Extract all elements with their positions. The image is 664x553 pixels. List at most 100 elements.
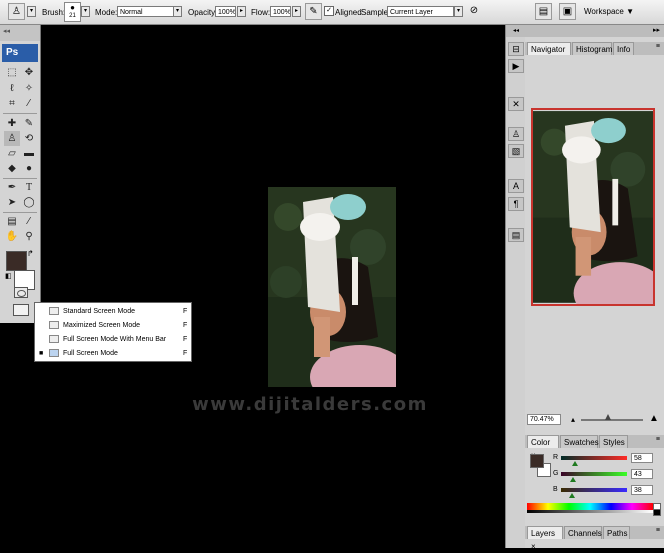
tab-info[interactable]: Info (613, 42, 634, 55)
layers-tab-group: Layers × Channels Paths ≡ (525, 526, 664, 551)
zoom-out-icon[interactable]: ▴ (571, 415, 575, 424)
pen-tool-icon[interactable]: ✒ (4, 180, 20, 195)
brushes-panel-icon[interactable]: ⊟ (508, 42, 524, 56)
flow-input[interactable]: 100% (270, 6, 291, 17)
black-swatch[interactable] (653, 509, 661, 516)
history-brush-tool-icon[interactable]: ⟲ (21, 131, 37, 146)
collapse-panels-icon[interactable]: ▸▸ (653, 26, 660, 34)
character-panel-icon[interactable]: A (508, 179, 524, 193)
panel-menu-icon[interactable]: ≡ (656, 436, 660, 443)
panel-menu-icon[interactable]: ≡ (656, 43, 660, 50)
panels-header[interactable]: ▸▸ (525, 25, 664, 37)
tab-paths[interactable]: Paths (603, 526, 630, 539)
notes-tool-icon[interactable]: ▤ (4, 214, 20, 229)
green-slider-thumb[interactable] (570, 477, 576, 482)
tool-preset-dropdown[interactable]: ▾ (27, 6, 36, 17)
color-panel-foreground-swatch[interactable] (530, 454, 544, 468)
tab-color[interactable]: Color × (527, 435, 559, 460)
blue-channel-input[interactable]: 38 (631, 485, 653, 495)
crop-tool-icon[interactable]: ⌗ (4, 96, 20, 111)
canvas-photo (268, 187, 396, 387)
sample-select[interactable]: Current Layer (387, 6, 454, 17)
brush-picker[interactable]: ● 21 (64, 2, 81, 22)
tab-channels[interactable]: Channels (564, 526, 602, 539)
gradient-tool-icon[interactable]: ▬ (21, 146, 37, 161)
menu-item-full-screen-mode[interactable]: ■ Full Screen Mode F (35, 347, 191, 360)
path-selection-tool-icon[interactable]: ➤ (4, 195, 20, 210)
tool-presets-panel-icon[interactable]: ✕ (508, 97, 524, 111)
toolbox-header[interactable]: ◂◂ (0, 25, 40, 41)
move-tool-icon[interactable]: ✥ (21, 65, 37, 80)
collapse-icon[interactable]: ◂◂ (3, 27, 10, 35)
bridge-icon[interactable]: ▣ (559, 3, 576, 20)
brush-tool-icon[interactable]: ✎ (21, 116, 37, 131)
zoom-level-input[interactable]: 70.47% (527, 414, 561, 425)
tab-styles[interactable]: Styles (599, 435, 628, 448)
lasso-tool-icon[interactable]: ℓ (4, 81, 20, 96)
red-slider-thumb[interactable] (572, 461, 578, 466)
eyedropper-tool-icon[interactable]: ⁄ (21, 214, 37, 229)
swap-colors-icon[interactable]: ↱ (27, 249, 34, 258)
screen-mode-button[interactable] (13, 304, 29, 316)
green-channel-input[interactable]: 43 (631, 469, 653, 479)
mode-select[interactable]: Normal (117, 6, 174, 17)
slice-tool-icon[interactable]: ⁄ (21, 96, 37, 111)
opacity-input[interactable]: 100% (215, 6, 236, 17)
zoom-slider[interactable] (581, 419, 643, 421)
foreground-color-swatch[interactable] (6, 251, 27, 271)
menu-item-maximized-screen-mode[interactable]: Maximized Screen Mode F (35, 319, 191, 332)
healing-brush-tool-icon[interactable]: ✚ (4, 116, 20, 131)
type-tool-icon[interactable]: T (21, 180, 37, 195)
menu-item-standard-screen-mode[interactable]: Standard Screen Mode F (35, 305, 191, 318)
red-channel-slider[interactable] (561, 456, 627, 460)
workspace-menu[interactable]: Workspace ▼ (584, 4, 642, 19)
zoom-slider-thumb[interactable] (605, 414, 611, 420)
options-bar: ♙ ▾ Brush: ● 21 ▾ Mode: Normal ▾ Opacity… (0, 0, 664, 25)
tab-navigator[interactable]: Navigator × (527, 42, 571, 67)
brush-picker-dropdown[interactable]: ▾ (81, 6, 90, 17)
expand-dock-icon[interactable]: ◂◂ (506, 25, 526, 37)
layer-comps-panel-icon[interactable]: ▧ (508, 144, 524, 158)
blur-tool-icon[interactable]: ◆ (4, 161, 20, 176)
panel-menu-icon[interactable]: ≡ (656, 527, 660, 534)
color-spectrum-ramp[interactable] (527, 503, 653, 513)
clone-stamp-tool-icon[interactable]: ♙ (4, 131, 20, 146)
green-channel-slider[interactable] (561, 472, 627, 476)
mode-dropdown-arrow[interactable]: ▾ (173, 6, 182, 17)
tab-layers[interactable]: Layers × (527, 526, 563, 551)
sample-dropdown-arrow[interactable]: ▾ (454, 6, 463, 17)
quick-mask-icon[interactable] (14, 287, 28, 298)
clone-source-panel-icon[interactable]: ♙ (508, 127, 524, 141)
magic-wand-tool-icon[interactable]: ✧ (21, 81, 37, 96)
opacity-slider-arrow[interactable]: ▸ (237, 6, 246, 17)
actions-panel-icon[interactable]: ▶ (508, 59, 524, 73)
marquee-tool-icon[interactable]: ⬚ (4, 65, 20, 80)
blue-slider-thumb[interactable] (569, 493, 575, 498)
sample-label: Sample: (361, 8, 391, 17)
brush-size: 21 (69, 13, 76, 19)
airbrush-icon[interactable]: ✎ (305, 3, 322, 20)
photoshop-logo[interactable]: Ps (2, 44, 38, 62)
shape-tool-icon[interactable]: ◯ (21, 195, 37, 210)
dodge-tool-icon[interactable]: ● (21, 161, 37, 176)
hand-tool-icon[interactable]: ✋ (4, 229, 20, 244)
ignore-adjustment-layers-icon[interactable]: ⊘ (468, 3, 480, 20)
navigator-thumbnail[interactable] (531, 108, 655, 306)
brush-palette-icon[interactable]: ▤ (535, 3, 552, 20)
tab-histogram[interactable]: Histogram (572, 42, 612, 55)
flow-slider-arrow[interactable]: ▸ (292, 6, 301, 17)
blue-channel-slider[interactable] (561, 488, 627, 492)
eraser-tool-icon[interactable]: ▱ (4, 146, 20, 161)
paragraph-panel-icon[interactable]: ¶ (508, 197, 524, 211)
tab-swatches[interactable]: Swatches (560, 435, 599, 448)
zoom-tool-icon[interactable]: ⚲ (21, 229, 37, 244)
menu-item-full-screen-menu-bar[interactable]: Full Screen Mode With Menu Bar F (35, 333, 191, 346)
default-colors-icon[interactable]: ◧ (5, 272, 12, 280)
close-icon[interactable]: × (531, 542, 536, 551)
zoom-in-icon[interactable]: ▲ (649, 413, 659, 424)
blue-channel-label: B (553, 486, 558, 493)
red-channel-input[interactable]: 58 (631, 453, 653, 463)
histogram-panel-icon[interactable]: ▤ (508, 228, 524, 242)
clone-stamp-tool-preset-icon[interactable]: ♙ (8, 3, 25, 20)
aligned-checkbox[interactable]: ✓ (324, 6, 334, 16)
